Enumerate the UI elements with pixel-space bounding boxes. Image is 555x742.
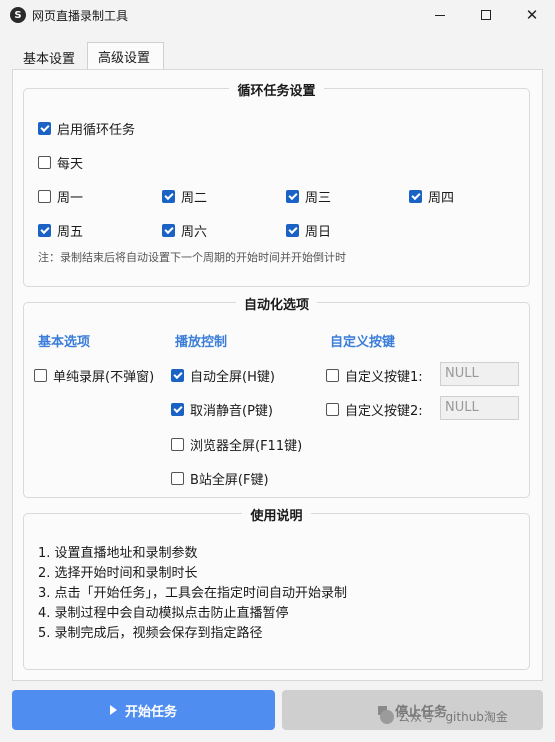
custom-key1-input[interactable]: NULL [440,362,519,386]
loop-task-title: 循环任务设置 [229,84,324,99]
checkbox-box [326,403,339,416]
checkbox-box [38,122,51,135]
wechat-icon [380,709,394,724]
checkbox-box [162,190,175,203]
minimize-button[interactable] [417,0,463,30]
watermark-text: 公众号 · github淘金 [398,710,508,724]
checkbox-label: 启用循环任务 [57,123,136,138]
checkbox-label: 每天 [57,157,84,172]
checkbox-label: 自动全屏(H键) [190,370,275,385]
checkbox-label: 周日 [305,225,332,240]
checkbox-box [34,369,47,382]
usage-item: 4. 录制过程中会自动模拟点击防止直播暂停 [38,606,289,621]
checkbox-label: 周三 [305,191,332,206]
checkbox-box [38,190,51,203]
checkbox-box [38,224,51,237]
automation-title: 自动化选项 [235,298,317,313]
usage-item: 1. 设置直播地址和录制参数 [38,546,198,561]
loop-note: 注：录制结束后将自动设置下一个周期的开始时间并开始倒计时 [38,251,346,264]
checkbox-box [171,369,184,382]
sunday-checkbox[interactable]: 周日 [286,221,331,240]
watermark: 公众号 · github淘金 [380,708,508,725]
maximize-button[interactable] [463,0,509,30]
close-icon: ✕ [525,5,539,24]
bilibili-fullscreen-checkbox[interactable]: B站全屏(F键) [171,469,269,488]
usage-item: 5. 录制完成后，视频会保存到指定路径 [38,626,263,641]
basic-options-header: 基本选项 [38,335,91,350]
maximize-icon [481,10,491,20]
checkbox-label: 周五 [57,225,84,240]
tab-basic-settings[interactable]: 基本设置 [12,44,86,70]
checkbox-label: 周六 [181,225,208,240]
checkbox-box [38,156,51,169]
checkbox-label: 自定义按键1: [345,370,423,385]
automation-group: 自动化选项 基本选项 播放控制 自定义按键 单纯录屏(不弹窗) 自动全屏(H键)… [23,298,530,498]
custom-keys-header: 自定义按键 [330,335,396,350]
thursday-checkbox[interactable]: 周四 [409,187,454,206]
playback-control-header: 播放控制 [175,335,228,350]
start-task-button[interactable]: 开始任务 [12,690,275,730]
pure-record-checkbox[interactable]: 单纯录屏(不弹窗) [34,366,154,385]
checkbox-box [171,438,184,451]
custom-key1-checkbox[interactable]: 自定义按键1: [326,366,423,385]
checkbox-label: 单纯录屏(不弹窗) [53,370,155,385]
daily-checkbox[interactable]: 每天 [38,153,83,172]
tuesday-checkbox[interactable]: 周二 [162,187,207,206]
checkbox-box [326,369,339,382]
checkbox-box [286,224,299,237]
close-button[interactable]: ✕ [509,0,555,30]
usage-item: 3. 点击「开始任务」，工具会在指定时间自动开始录制 [38,586,348,601]
checkbox-label: 取消静音(P键) [190,404,273,419]
play-icon [109,705,117,715]
checkbox-box [162,224,175,237]
app-logo-icon: S [10,7,26,23]
usage-item: 2. 选择开始时间和录制时长 [38,566,198,581]
browser-fullscreen-checkbox[interactable]: 浏览器全屏(F11键) [171,435,302,454]
usage-title: 使用说明 [242,509,311,524]
auto-fullscreen-checkbox[interactable]: 自动全屏(H键) [171,366,275,385]
loop-task-group: 循环任务设置 启用循环任务 每天 周一 周二 周三 周四 周五 周六 周日 注：… [23,84,530,287]
custom-key2-checkbox[interactable]: 自定义按键2: [326,400,423,419]
checkbox-box [286,190,299,203]
title-bar: S 网页直播录制工具 ✕ [0,0,555,30]
enable-loop-checkbox[interactable]: 启用循环任务 [38,119,135,138]
usage-instructions-group: 使用说明 1. 设置直播地址和录制参数 2. 选择开始时间和录制时长 3. 点击… [23,509,530,670]
checkbox-label: 周二 [181,191,208,206]
window-title: 网页直播录制工具 [32,9,129,23]
checkbox-label: 周一 [57,191,84,206]
checkbox-box [171,403,184,416]
wednesday-checkbox[interactable]: 周三 [286,187,331,206]
advanced-settings-panel: 循环任务设置 启用循环任务 每天 周一 周二 周三 周四 周五 周六 周日 注：… [12,69,543,681]
friday-checkbox[interactable]: 周五 [38,221,83,240]
start-task-label: 开始任务 [124,704,177,720]
monday-checkbox[interactable]: 周一 [38,187,83,206]
saturday-checkbox[interactable]: 周六 [162,221,207,240]
minimize-icon [435,14,445,16]
checkbox-label: 自定义按键2: [345,404,423,419]
checkbox-box [171,472,184,485]
checkbox-label: B站全屏(F键) [190,473,269,488]
checkbox-label: 周四 [428,191,455,206]
tab-advanced-settings[interactable]: 高级设置 [87,42,164,70]
unmute-checkbox[interactable]: 取消静音(P键) [171,400,273,419]
custom-key2-input[interactable]: NULL [440,396,519,420]
checkbox-box [409,190,422,203]
checkbox-label: 浏览器全屏(F11键) [190,439,303,454]
